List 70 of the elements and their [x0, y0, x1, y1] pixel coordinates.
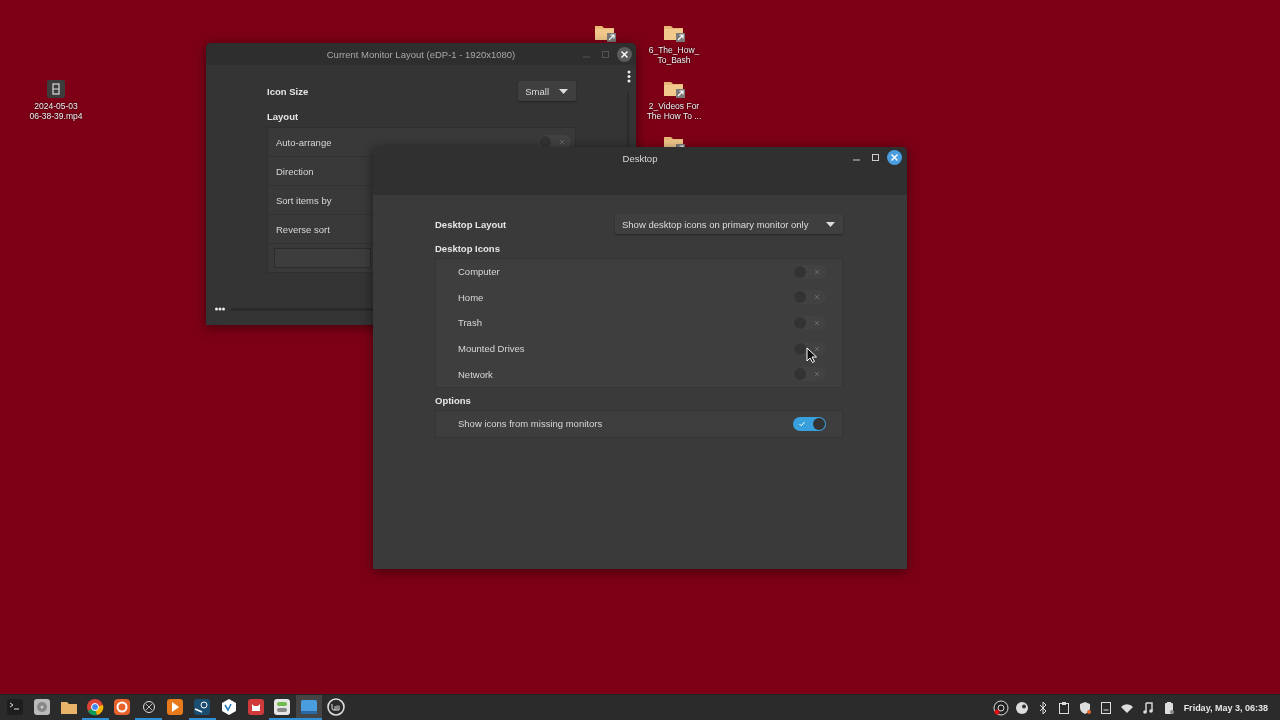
section-heading: Options	[435, 394, 472, 406]
cross-icon	[814, 371, 820, 378]
close-button[interactable]	[617, 46, 632, 62]
switches-icon	[274, 698, 291, 715]
window-title: Desktop	[621, 153, 659, 164]
maximize-icon	[872, 154, 879, 161]
notes-icon	[1100, 701, 1111, 714]
recording-icon	[993, 700, 1009, 715]
close-icon	[621, 50, 628, 58]
layout-dropdown[interactable]: Show desktop icons on primary monitor only	[615, 214, 843, 234]
cross-icon	[814, 345, 820, 352]
aperture-icon	[140, 698, 157, 715]
setting-label: Desktop Layout	[435, 218, 507, 230]
setting-label: Network	[458, 368, 493, 380]
shield-icon	[1079, 701, 1091, 714]
maximize-icon	[602, 50, 609, 58]
close-button[interactable]	[887, 150, 902, 165]
icon-size-dropdown[interactable]: Small	[518, 81, 576, 101]
music-note-icon	[1142, 701, 1153, 714]
setting-label: Auto-arrange	[276, 136, 332, 148]
cat-icon	[247, 698, 264, 715]
caret-icon	[559, 88, 568, 94]
bluetooth-icon	[1039, 701, 1047, 714]
toggle-switch[interactable]	[793, 316, 826, 330]
wifi-icon	[1120, 703, 1133, 713]
steam-icon	[1015, 701, 1028, 714]
mint-logo-icon	[326, 697, 345, 716]
caret-icon	[826, 221, 835, 227]
toggle-switch[interactable]	[793, 416, 826, 431]
cross-icon	[814, 320, 820, 326]
check-icon	[799, 420, 805, 427]
cross-icon	[814, 268, 820, 275]
setting-label: Direction	[276, 165, 314, 177]
setting-label: Icon Size	[267, 85, 309, 97]
section-heading: Layout	[267, 111, 300, 122]
steam-icon	[194, 698, 211, 715]
play-icon	[167, 698, 184, 715]
setting-label: Reverse sort	[276, 223, 330, 235]
file-label: 6_The_How_ To_Bash	[648, 45, 700, 65]
menu-icon[interactable]	[627, 70, 631, 83]
browser-icon	[114, 698, 131, 715]
cross-icon	[814, 294, 820, 301]
battery-icon	[1164, 701, 1174, 714]
setting-label: Computer	[458, 266, 500, 278]
setting-label: Trash	[458, 317, 482, 329]
section-heading: Desktop Icons	[435, 243, 501, 254]
close-icon	[891, 154, 898, 161]
hexagon-logo-icon	[221, 698, 236, 715]
file-label: 2_Videos For The How To ...	[646, 101, 702, 121]
mouse-pointer-icon	[806, 347, 817, 363]
terminal-icon	[7, 698, 24, 715]
toggle-switch[interactable]	[793, 264, 826, 279]
toggle-switch[interactable]	[793, 341, 826, 356]
cross-icon	[559, 139, 565, 145]
folder-icon	[60, 701, 77, 714]
more-icon[interactable]	[215, 307, 225, 311]
setting-label: Home	[458, 291, 484, 303]
disk-icon	[34, 698, 51, 715]
clipboard-icon	[1058, 701, 1069, 714]
window-icon	[300, 699, 317, 714]
browser-icon	[87, 698, 104, 715]
setting-label: Sort items by	[276, 194, 332, 206]
video-file-icon	[47, 80, 65, 98]
file-label: 2024-05-03 06-38-39.mp4	[29, 101, 83, 121]
toggle-switch[interactable]	[793, 367, 826, 382]
setting-label: Show icons from missing monitors	[458, 418, 603, 430]
clock[interactable]: Friday, May 3, 06:38	[1183, 702, 1268, 713]
window-title: Current Monitor Layout (eDP-1 - 1920x1080)	[325, 48, 517, 60]
setting-label: Mounted Drives	[458, 343, 525, 355]
toggle-switch[interactable]	[793, 290, 826, 305]
